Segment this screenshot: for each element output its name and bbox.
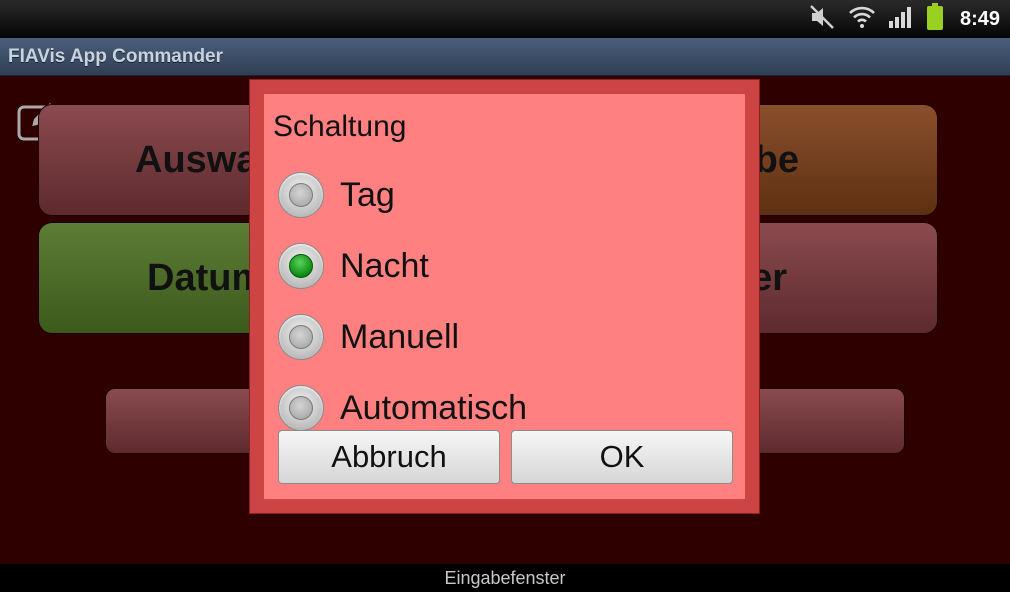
status-bar: 8:49 (0, 0, 1010, 38)
option-label: Tag (340, 175, 395, 214)
dialog-body: Schaltung Tag Nacht Manuell Automatisch … (264, 94, 745, 499)
battery-icon (926, 2, 944, 36)
dialog-title: Schaltung (273, 110, 407, 143)
schaltung-dialog: Schaltung Tag Nacht Manuell Automatisch … (249, 79, 760, 514)
bottom-bar: Eingabefenster (0, 564, 1010, 592)
option-manuell[interactable]: Manuell (278, 312, 718, 362)
option-nacht[interactable]: Nacht (278, 241, 718, 291)
option-tag[interactable]: Tag (278, 170, 718, 220)
datum-button-label: Datum (147, 256, 266, 299)
signal-icon (888, 5, 914, 34)
ausgabe-button-label: be (754, 138, 799, 181)
cancel-button[interactable]: Abbruch (278, 430, 500, 484)
status-icons: 8:49 (808, 0, 1010, 38)
radio-button[interactable] (278, 385, 324, 431)
option-label: Manuell (340, 317, 460, 356)
auswahl-button-label: Auswa (135, 138, 258, 181)
title-bar: FIAVis App Commander (0, 38, 1010, 76)
ok-button[interactable]: OK (511, 430, 733, 484)
mute-icon (808, 4, 836, 35)
option-automatisch[interactable]: Automatisch (278, 383, 718, 433)
bottom-bar-label: Eingabefenster (444, 568, 566, 588)
radio-button[interactable] (278, 314, 324, 360)
wifi-icon (848, 5, 876, 34)
radio-button-selected[interactable] (278, 243, 324, 289)
option-label: Automatisch (340, 388, 528, 427)
app-title: FIAVis App Commander (8, 46, 224, 67)
clock: 8:49 (959, 7, 1000, 30)
option-label: Nacht (340, 246, 429, 285)
radio-button[interactable] (278, 172, 324, 218)
